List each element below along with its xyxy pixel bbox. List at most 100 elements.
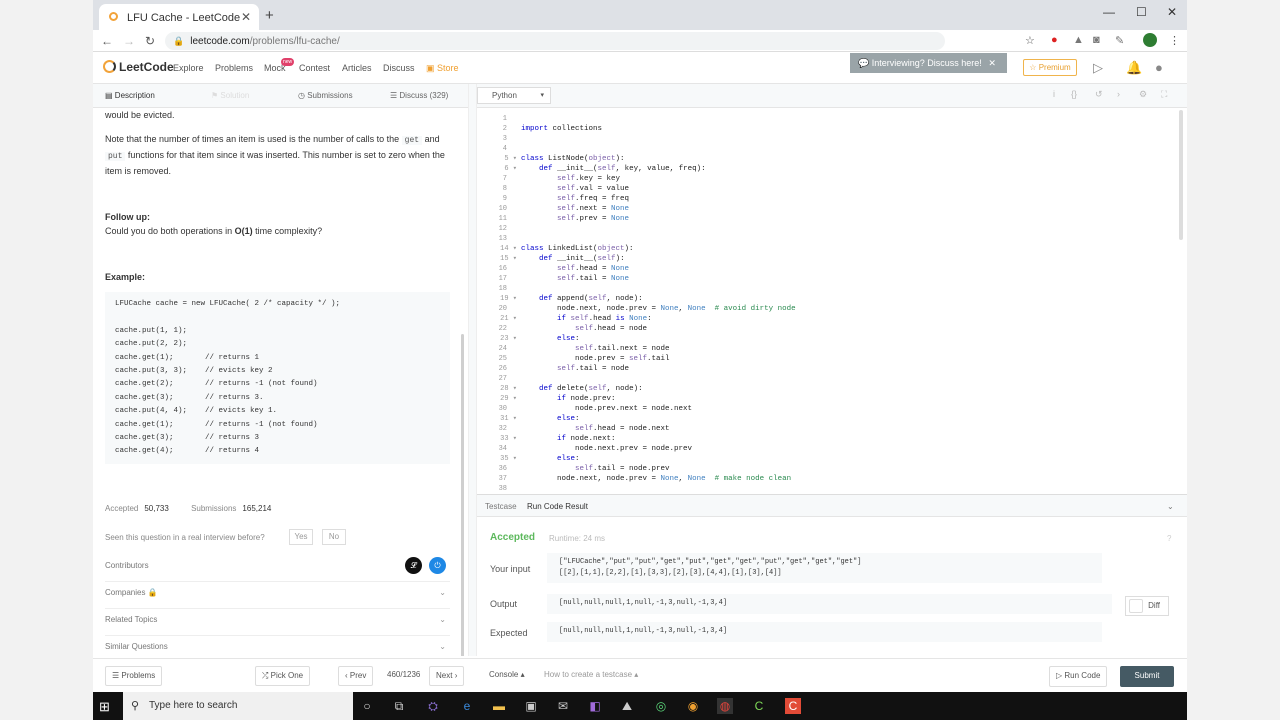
info-icon[interactable]: i [1053,89,1055,99]
nav-contest[interactable]: Contest [299,63,330,73]
nav-problems[interactable]: Problems [215,63,253,73]
interviewing-banner[interactable]: 💬 Interviewing? Discuss here! ✕ [850,53,1007,73]
tab-discuss[interactable]: ☰ Discuss (329) [390,91,448,100]
language-select[interactable]: Python ▾ [477,87,551,104]
tab-run-code-result[interactable]: Run Code Result [527,502,588,511]
profile-avatar[interactable] [1143,33,1157,47]
code-editor[interactable]: import collections class ListNode(object)… [521,114,1161,494]
file-explorer-icon[interactable]: ▬ [491,698,507,714]
close-window-icon[interactable]: ✕ [1167,5,1177,19]
app-icon[interactable]: ⛭ [425,698,441,714]
leetcode-logo[interactable]: LeetCode [103,60,174,74]
url-input[interactable]: 🔒 leetcode.com/problems/lfu-cache/ [165,32,945,50]
fullscreen-icon[interactable]: ⛶ [1161,89,1167,100]
tab-description[interactable]: ▤ Description [105,91,155,100]
firefox-icon[interactable]: ◉ [685,698,701,714]
extension-icon[interactable]: ▲ [1073,34,1084,46]
close-tab-icon[interactable]: ✕ [241,10,251,24]
console-toggle[interactable]: Console ▴ [483,666,531,686]
code-put: put [105,152,126,161]
help-icon[interactable]: ? [1167,534,1171,543]
code-line: node.prev = self.tail [521,355,670,363]
nav-store-label: Store [437,63,459,73]
maximize-icon[interactable]: ☐ [1136,5,1147,19]
editor-scrollbar[interactable] [1179,110,1183,240]
forward-icon[interactable]: → [123,34,135,48]
contributor-avatar[interactable]: 𝓛 [405,557,422,574]
no-button[interactable]: No [322,529,346,545]
visual-studio-icon[interactable]: ◧ [587,698,603,714]
contributor-avatar[interactable]: ⏻ [429,557,446,574]
settings-icon[interactable]: ⚙ [1139,89,1147,100]
how-to-testcase-link[interactable]: How to create a testcase ▴ [538,666,645,686]
menu-icon[interactable]: ⋮ [1169,34,1180,47]
code-icon[interactable]: › [1117,89,1120,99]
premium-button[interactable]: ☆ Premium [1023,59,1077,76]
line-number: 18 [498,285,507,293]
related-topics-row[interactable]: Related Topics ⌄ [105,610,450,636]
description-scrollbar[interactable] [461,334,464,656]
app-icon[interactable]: C [785,698,801,714]
store-icon[interactable]: ▣ [523,698,539,714]
pycharm-icon[interactable]: C [751,698,767,714]
chevron-down-icon[interactable]: ⌄ [1167,502,1174,511]
next-button[interactable]: Next › [429,666,465,686]
similar-questions-row[interactable]: Similar Questions ⌄ [105,637,450,656]
reload-icon[interactable]: ↻ [145,34,155,48]
notification-bell-icon[interactable]: 🔔 [1126,60,1142,76]
line-number: 24 [498,345,507,353]
line-number: 23 ▾ [500,335,517,343]
stats-row: Accepted 50,733 Submissions 165,214 [105,504,271,513]
playground-icon[interactable]: ▷ [1093,60,1103,76]
nav-articles[interactable]: Articles [342,63,372,73]
pick-one-label: Pick One [270,671,304,680]
tab-testcase[interactable]: Testcase [485,502,517,511]
how-to-label: How to create a testcase [544,670,633,679]
braces-icon[interactable]: {} [1071,89,1077,99]
task-view-icon[interactable]: ⧉ [391,698,407,714]
nav-store[interactable]: ▣ Store [426,63,459,74]
close-banner-icon[interactable]: ✕ [988,58,996,68]
user-avatar-icon[interactable]: ● [1155,60,1163,75]
windows-start-icon[interactable]: ⊞ [99,699,110,715]
extension-icon[interactable]: ✎ [1115,34,1124,47]
minimize-icon[interactable]: — [1103,5,1115,19]
edge-icon[interactable]: e [459,698,475,714]
pane-splitter[interactable] [468,84,477,656]
submit-button[interactable]: Submit [1120,666,1174,687]
seen-question-text: Seen this question in a real interview b… [105,533,265,542]
camera-extension-icon[interactable]: ◙ [1093,34,1100,46]
back-icon[interactable]: ← [101,34,113,48]
chrome-icon[interactable]: ◍ [717,698,733,714]
taskbar-search-input[interactable]: ⚲ Type here to search [123,692,353,720]
app-icon[interactable]: ⛰ [619,698,635,714]
diff-toggle[interactable]: Diff [1125,596,1169,616]
editor-pane: Python ▾ i {} ↺ › ⚙ ⛶ 12345 ▾ 6 ▾ 7 8 9 10 11 12… [477,84,1187,656]
tab-submissions[interactable]: ◷ Submissions [298,91,353,100]
problems-button[interactable]: ☰ Problems [105,666,163,686]
new-tab-icon[interactable]: + [265,7,274,24]
opera-extension-icon[interactable]: ● [1051,34,1058,46]
tab-solution[interactable]: ⚑ Solution [211,91,249,100]
prev-button[interactable]: ‹ Prev [338,666,374,686]
run-code-button[interactable]: ▷ Run Code [1049,666,1108,687]
nav-discuss[interactable]: Discuss [383,63,415,73]
nav-explore[interactable]: Explore [173,63,204,73]
line-number: 21 ▾ [500,315,517,323]
companies-row[interactable]: Companies 🔒 ⌄ [105,583,450,609]
reset-icon[interactable]: ↺ [1095,89,1103,100]
cortana-icon[interactable]: ○ [359,698,375,714]
android-icon[interactable]: ◎ [653,698,669,714]
yes-button[interactable]: Yes [289,529,313,545]
pick-one-button[interactable]: ⤮ Pick One [255,666,311,686]
solution-icon: ⚑ [211,91,219,100]
contributors-row[interactable]: Contributors 𝓛 ⏻ [105,556,450,582]
runtime-text: Runtime: 24 ms [549,534,606,543]
new-badge: new [281,58,295,66]
browser-tab[interactable]: LFU Cache - LeetCode ✕ [99,4,259,30]
star-icon[interactable]: ☆ [1025,34,1035,47]
mail-icon[interactable]: ✉ [555,698,571,714]
code-line: node.next, node.prev = None, None # avoi… [521,305,796,313]
